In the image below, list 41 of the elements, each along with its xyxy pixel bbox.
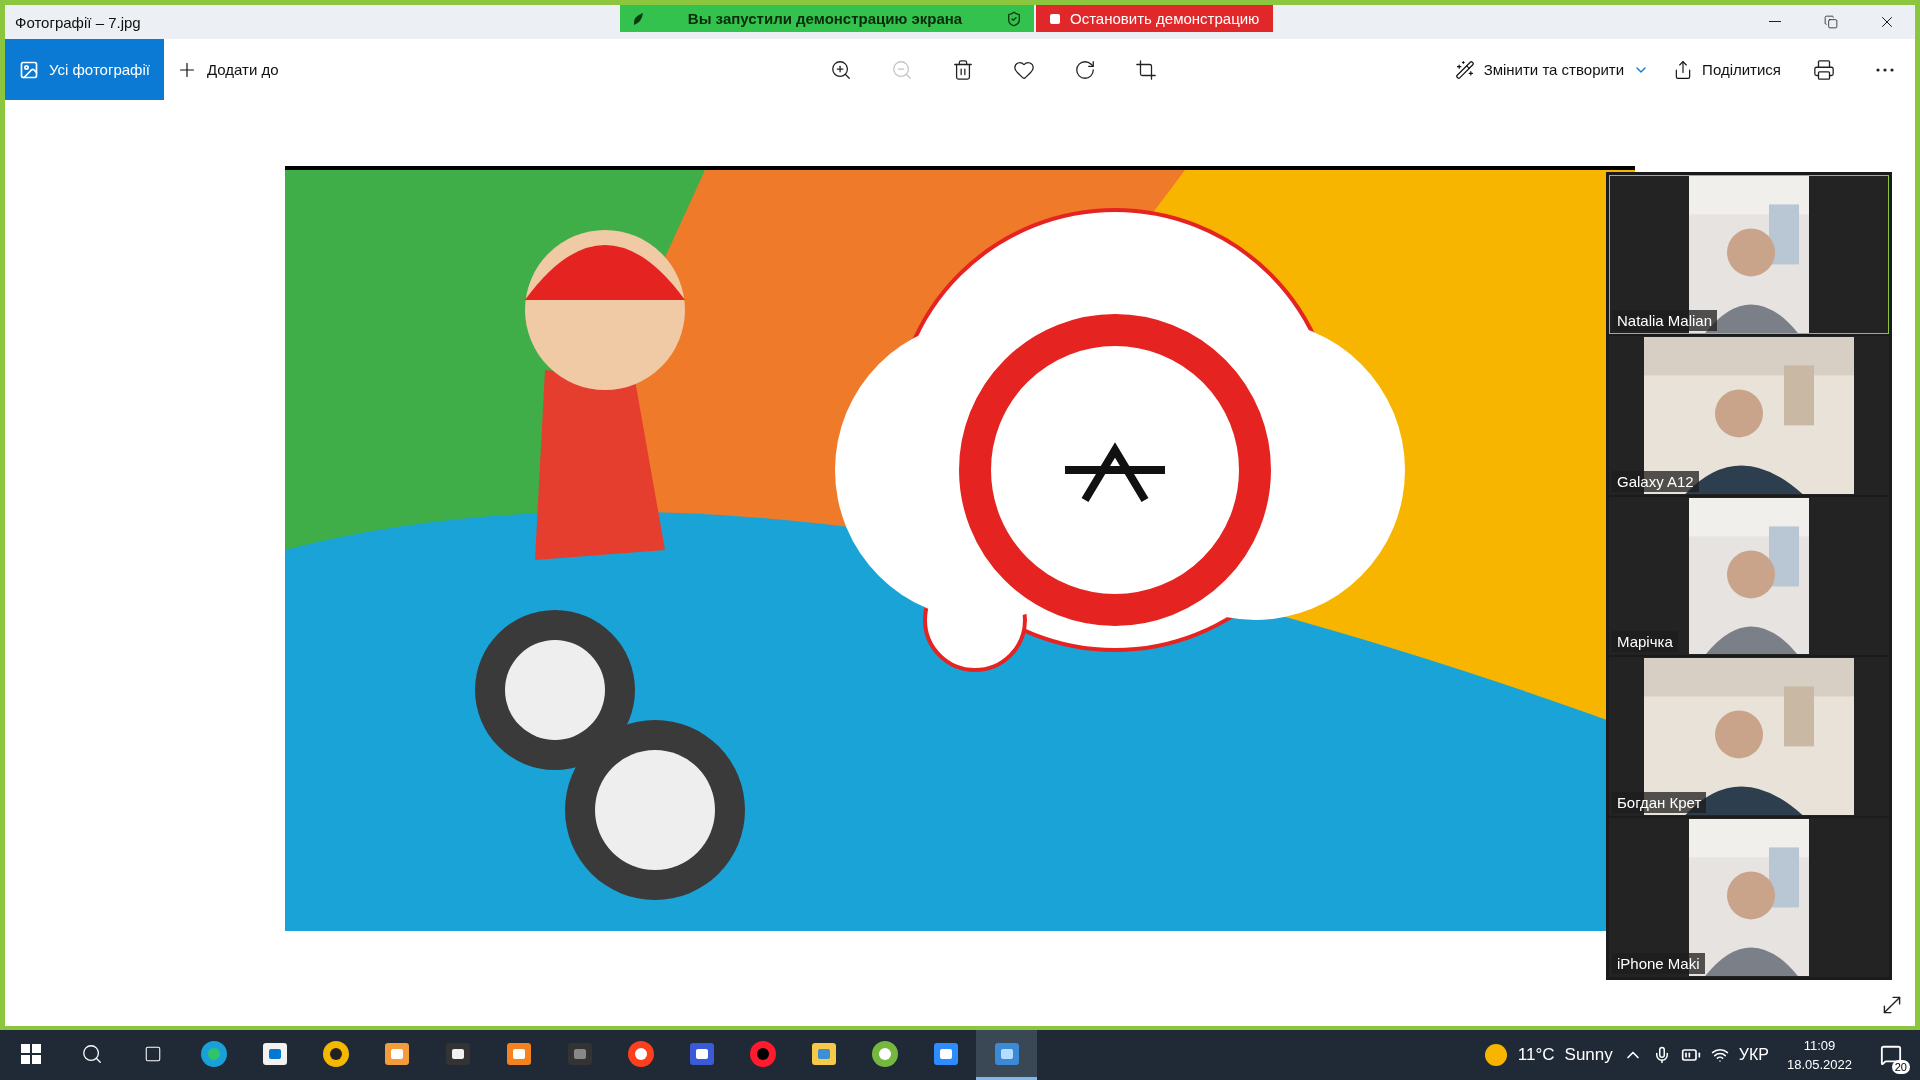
video-tile[interactable]: Марічка xyxy=(1609,496,1889,656)
task-view-icon xyxy=(143,1044,162,1063)
weather-text: Sunny xyxy=(1564,1045,1613,1065)
participant-name: Марічка xyxy=(1612,631,1678,653)
share-button[interactable]: Поділитися xyxy=(1661,47,1793,92)
video-tile[interactable]: Богдан Крет xyxy=(1609,657,1889,817)
restore-icon xyxy=(1824,15,1838,29)
edit-create-button[interactable]: Змінити та створити xyxy=(1442,47,1662,92)
add-to-button[interactable]: Додати до xyxy=(163,47,291,92)
participant-name: Natalia Malian xyxy=(1612,309,1718,331)
temperature: 11°C xyxy=(1517,1045,1555,1065)
video-tile[interactable]: iPhone Maki xyxy=(1609,818,1889,977)
wifi-icon[interactable] xyxy=(1710,1046,1729,1064)
search-icon xyxy=(80,1042,103,1065)
sun-icon xyxy=(1483,1043,1508,1067)
video-tile[interactable]: Natalia Malian xyxy=(1609,175,1889,334)
image-icon xyxy=(19,59,39,80)
app-icon xyxy=(199,1039,228,1068)
leaf-icon xyxy=(632,11,644,26)
stop-share-button[interactable]: Остановить демонстрацию xyxy=(1036,5,1274,32)
participant-name: Богдан Крет xyxy=(1612,792,1707,814)
minimize-icon xyxy=(1769,21,1781,23)
all-photos-tab[interactable]: Усі фотографії xyxy=(5,39,164,100)
participant-name: Galaxy A12 xyxy=(1612,470,1699,492)
wand-icon xyxy=(1454,59,1475,80)
more-icon xyxy=(1875,67,1894,72)
windows-icon xyxy=(20,1043,41,1064)
app-icon xyxy=(870,1039,899,1068)
screen-share-status: Вы запустили демонстрацию экрана xyxy=(620,5,1034,32)
app-icon xyxy=(626,1039,655,1068)
language-indicator[interactable]: УКР xyxy=(1738,1046,1769,1064)
window-title: Фотографії – 7.jpg xyxy=(15,13,141,31)
taskbar-app[interactable] xyxy=(976,1030,1037,1080)
shield-icon xyxy=(1006,10,1022,27)
participant-name: iPhone Maki xyxy=(1612,953,1705,974)
video-tile[interactable]: Galaxy A12 xyxy=(1609,335,1889,495)
app-icon xyxy=(748,1039,777,1068)
app-icon xyxy=(321,1039,350,1068)
printer-icon xyxy=(1812,58,1835,81)
notification-count: 20 xyxy=(1891,1060,1910,1074)
clock[interactable]: 11:09 18.05.2022 xyxy=(1778,1038,1860,1072)
